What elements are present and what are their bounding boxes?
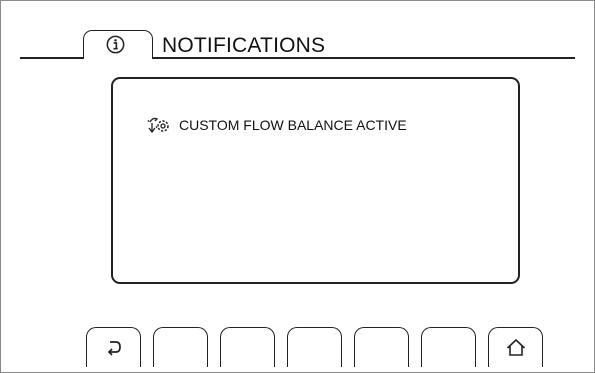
flow-balance-settings-icon <box>147 117 169 134</box>
home-button[interactable] <box>488 327 543 367</box>
info-icon <box>106 35 125 54</box>
notification-text: CUSTOM FLOW BALANCE ACTIVE <box>179 117 407 133</box>
softkey-4[interactable] <box>287 327 342 367</box>
notification-item: CUSTOM FLOW BALANCE ACTIVE <box>146 114 407 136</box>
page-title: NOTIFICATIONS <box>162 34 326 57</box>
softkey-3[interactable] <box>220 327 275 367</box>
notifications-panel <box>111 77 520 284</box>
header-tab-gap <box>84 56 152 59</box>
softkey-2[interactable] <box>153 327 208 367</box>
home-icon <box>506 338 525 356</box>
softkey-5[interactable] <box>354 327 409 367</box>
back-icon <box>107 341 121 356</box>
back-button[interactable] <box>86 327 141 367</box>
softkey-6[interactable] <box>421 327 476 367</box>
